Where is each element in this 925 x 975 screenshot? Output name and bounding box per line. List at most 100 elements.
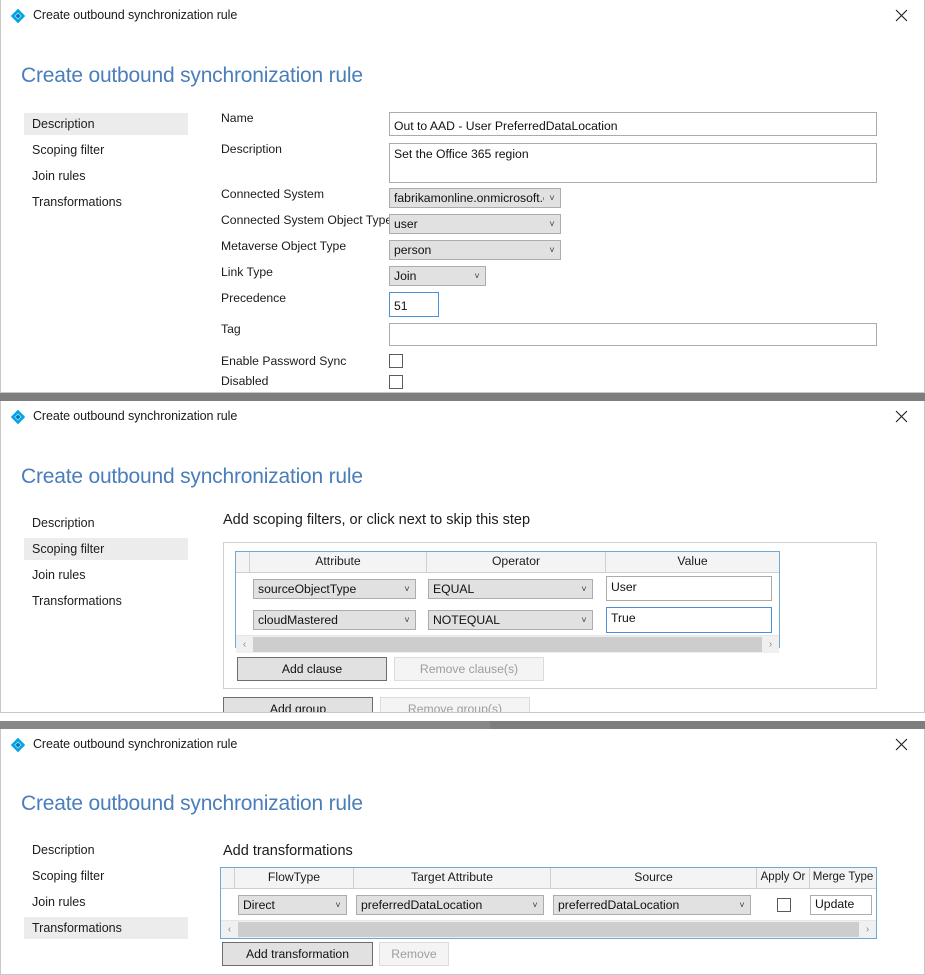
grid-header-value: Value [606,552,779,572]
sidebar-item-scoping-filter[interactable]: Scoping filter [24,139,188,161]
scrollbar-thumb[interactable] [238,922,859,937]
chevron-down-icon: ˅ [544,241,560,259]
merge-type-value[interactable]: Update [810,895,872,915]
sidebar-item-description[interactable]: Description [24,839,188,861]
grid-header-apply-or: Apply Or [757,868,810,888]
grid-header-attribute: Attribute [250,552,427,572]
target-attribute-value: preferredDataLocation [357,896,527,914]
scoping-filter-group-panel: Attribute Operator Value sourceObjectTyp… [223,542,877,689]
grid-horizontal-scrollbar[interactable]: ‹ › [236,635,779,653]
connected-system-combo[interactable]: fabrikamonline.onmicrosoft.com ˅ [389,188,561,208]
metaverse-object-type-value: person [390,241,544,259]
window-title-1: Create outbound synchronization rule [33,8,237,22]
scroll-left-arrow-icon[interactable]: ‹ [221,921,238,938]
label-connected-system-object-type: Connected System Object Type [221,213,392,227]
clause-attribute-combo-1[interactable]: sourceObjectType ˅ [253,579,416,599]
close-button-2[interactable] [878,401,924,431]
title-bar-3: Create outbound synchronization rule [1,729,924,761]
window-scoping-filter-step: Create outbound synchronization rule Cre… [0,401,925,713]
flowtype-combo[interactable]: Direct ˅ [238,895,347,915]
grid-header-selector [236,552,250,572]
window-title-3: Create outbound synchronization rule [33,737,237,751]
disabled-checkbox[interactable] [389,375,403,389]
grid-header-selector [221,868,235,888]
target-attribute-combo[interactable]: preferredDataLocation ˅ [356,895,544,915]
label-precedence: Precedence [221,291,286,305]
label-metaverse-object-type: Metaverse Object Type [221,239,346,253]
page-title-2: Create outbound synchronization rule [21,465,363,489]
close-icon [895,9,908,22]
clause-operator-combo-2[interactable]: NOTEQUAL ˅ [428,610,593,630]
label-disabled: Disabled [221,374,268,388]
scrollbar-thumb[interactable] [253,637,762,652]
sidebar-item-join-rules[interactable]: Join rules [24,564,188,586]
precedence-input[interactable] [389,292,439,317]
grid-header-merge-type: Merge Type [810,868,876,888]
connected-system-object-type-combo[interactable]: user ˅ [389,214,561,234]
grid-horizontal-scrollbar[interactable]: ‹ › [221,920,876,938]
label-enable-password-sync: Enable Password Sync [221,354,346,368]
sync-rule-diamond-icon [10,8,26,24]
source-combo[interactable]: preferredDataLocation ˅ [553,895,751,915]
scroll-right-arrow-icon[interactable]: › [762,636,779,653]
grid-header-operator: Operator [427,552,606,572]
clause-operator-combo-1[interactable]: EQUAL ˅ [428,579,593,599]
sidebar-item-join-rules[interactable]: Join rules [24,165,188,187]
grid-header-flowtype: FlowType [235,868,354,888]
remove-group-button[interactable]: Remove group(s) [380,697,530,713]
metaverse-object-type-combo[interactable]: person ˅ [389,240,561,260]
title-bar-2: Create outbound synchronization rule [1,401,924,433]
sidebar-item-transformations[interactable]: Transformations [24,191,188,213]
scroll-left-arrow-icon[interactable]: ‹ [236,636,253,653]
close-button-3[interactable] [878,729,924,759]
chevron-down-icon: ˅ [734,896,750,914]
add-transformation-button[interactable]: Add transformation [222,942,373,966]
grid-header-row: Attribute Operator Value [236,552,779,573]
add-group-button[interactable]: Add group [223,697,373,713]
chevron-down-icon: ˅ [544,215,560,233]
label-link-type: Link Type [221,265,273,279]
remove-transformation-button[interactable]: Remove [379,942,449,966]
name-input[interactable] [389,112,877,136]
table-row: Direct ˅ preferredDataLocation ˅ preferr… [221,889,876,920]
chevron-down-icon: ˅ [330,896,346,914]
clause-attribute-combo-2[interactable]: cloudMastered ˅ [253,610,416,630]
table-row: sourceObjectType ˅ EQUAL ˅ User [236,573,779,604]
grid-header-source: Source [551,868,757,888]
apply-once-checkbox[interactable] [777,898,791,912]
window-description-step: Create outbound synchronization rule Cre… [0,0,925,393]
link-type-combo[interactable]: Join ˅ [389,266,486,286]
chevron-down-icon: ˅ [576,580,592,598]
title-bar-1: Create outbound synchronization rule [1,0,924,32]
connected-system-object-type-value: user [390,215,544,233]
step-nav-2: Description Scoping filter Join rules Tr… [24,512,188,616]
add-clause-button[interactable]: Add clause [237,657,387,681]
sidebar-item-scoping-filter[interactable]: Scoping filter [24,865,188,887]
clause-operator-value-1: EQUAL [429,580,576,598]
step-nav-3: Description Scoping filter Join rules Tr… [24,839,188,943]
grid-header-target-attribute: Target Attribute [354,868,551,888]
clause-attribute-value-2: cloudMastered [254,611,399,629]
window-title-2: Create outbound synchronization rule [33,409,237,423]
clause-value-input-1[interactable]: User [606,576,772,601]
chevron-down-icon: ˅ [576,611,592,629]
sidebar-item-transformations[interactable]: Transformations [24,590,188,612]
sidebar-item-transformations[interactable]: Transformations [24,917,188,939]
sidebar-item-join-rules[interactable]: Join rules [24,891,188,913]
clause-attribute-value-1: sourceObjectType [254,580,399,598]
label-name: Name [221,111,254,125]
close-button-1[interactable] [878,0,924,30]
enable-password-sync-checkbox[interactable] [389,354,403,368]
sidebar-item-scoping-filter[interactable]: Scoping filter [24,538,188,560]
sidebar-item-description[interactable]: Description [24,512,188,534]
scroll-right-arrow-icon[interactable]: › [859,921,876,938]
remove-clause-button[interactable]: Remove clause(s) [394,657,544,681]
description-textarea[interactable] [389,143,877,183]
close-icon [895,738,908,751]
scoping-filter-subheading: Add scoping filters, or click next to sk… [223,512,530,528]
tag-input[interactable] [389,323,877,346]
clause-operator-value-2: NOTEQUAL [429,611,576,629]
clause-value-input-2[interactable]: True [606,607,772,633]
sync-rule-diamond-icon [10,409,26,425]
sidebar-item-description[interactable]: Description [24,113,188,135]
